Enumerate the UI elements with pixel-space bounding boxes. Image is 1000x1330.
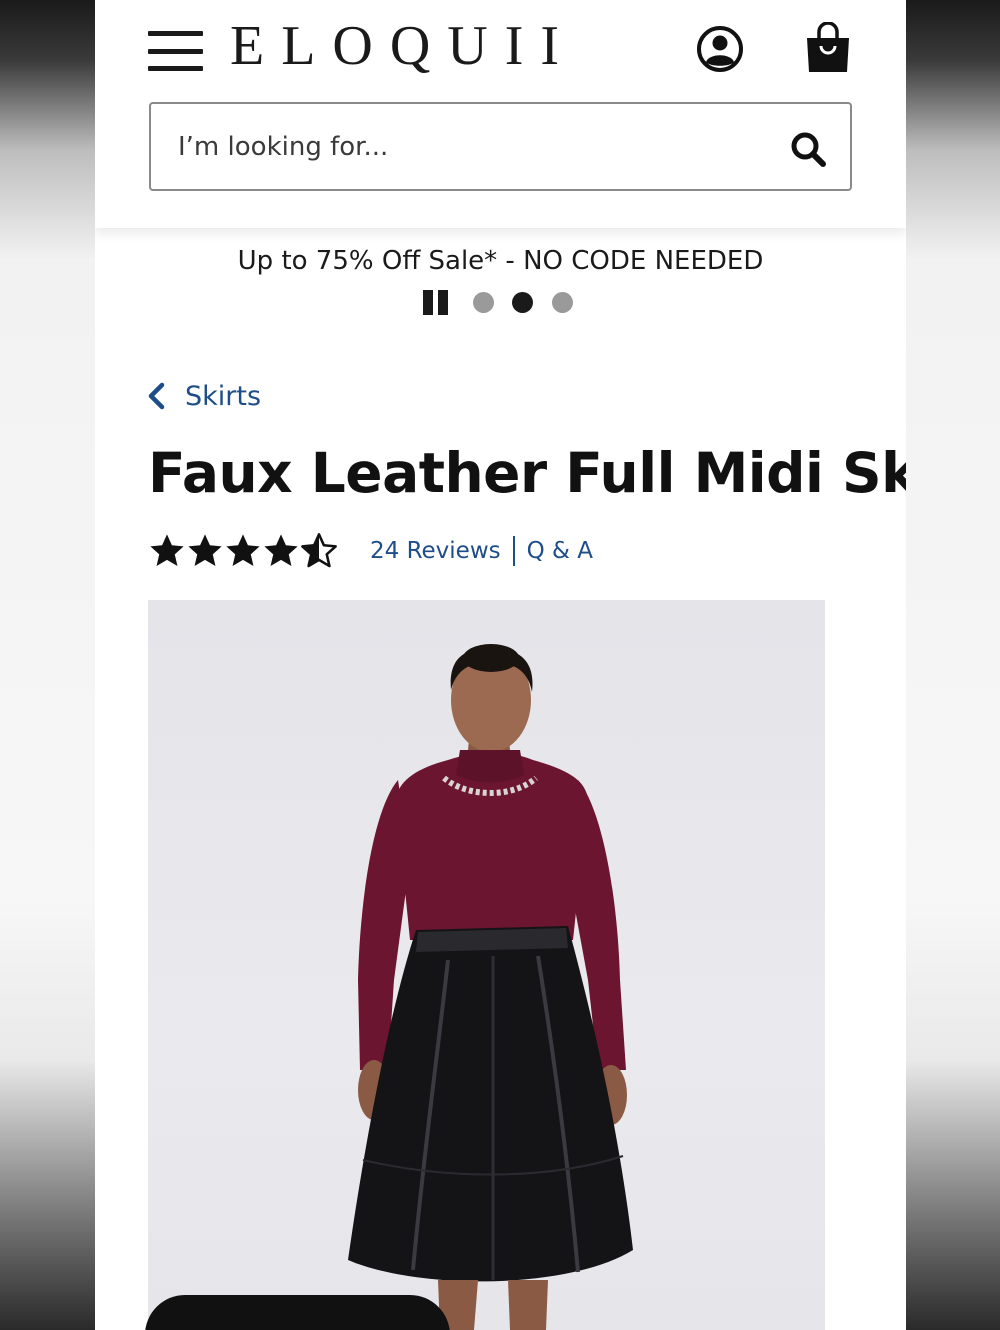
product-title: Faux Leather Full Midi Skirt bbox=[148, 441, 906, 505]
carousel-dot-2[interactable] bbox=[512, 292, 533, 313]
star-full-icon bbox=[188, 534, 222, 567]
promo-carousel-controls bbox=[423, 289, 583, 315]
carousel-dot-1[interactable] bbox=[473, 292, 494, 313]
account-icon[interactable] bbox=[696, 25, 744, 73]
breadcrumb-label: Skirts bbox=[185, 380, 262, 412]
carousel-dot-3[interactable] bbox=[552, 292, 573, 313]
star-full-icon bbox=[264, 534, 298, 567]
reviews-link[interactable]: 24 Reviews bbox=[370, 538, 501, 564]
rating-stars[interactable] bbox=[148, 532, 338, 570]
star-half-icon bbox=[301, 533, 337, 568]
site-header: ELOQUII bbox=[95, 0, 906, 228]
divider bbox=[512, 536, 515, 566]
model-photo bbox=[348, 644, 633, 1330]
hamburger-menu-icon[interactable] bbox=[148, 31, 203, 71]
breadcrumb-back-link[interactable]: Skirts bbox=[145, 374, 261, 418]
search-input[interactable] bbox=[151, 104, 771, 189]
search-icon[interactable] bbox=[789, 130, 827, 168]
search-bar bbox=[149, 102, 852, 191]
floating-action-button[interactable] bbox=[145, 1295, 450, 1330]
shopping-bag-icon[interactable] bbox=[804, 22, 852, 74]
mobile-page: ELOQUII Up to 75% Off Sale* - NO CODE NE… bbox=[95, 0, 906, 1330]
promo-banner-text[interactable]: Up to 75% Off Sale* - NO CODE NEEDED bbox=[95, 240, 906, 282]
chevron-left-icon bbox=[148, 382, 165, 410]
star-full-icon bbox=[150, 534, 184, 567]
star-full-icon bbox=[226, 534, 260, 567]
blurred-backdrop-left bbox=[0, 0, 95, 1330]
product-rating: 24 Reviews Q & A bbox=[148, 530, 593, 572]
product-image[interactable] bbox=[148, 600, 825, 1330]
qa-link[interactable]: Q & A bbox=[527, 538, 593, 564]
pause-icon[interactable] bbox=[423, 290, 451, 315]
blurred-backdrop-right bbox=[906, 0, 1000, 1330]
brand-logo[interactable]: ELOQUII bbox=[230, 14, 576, 78]
